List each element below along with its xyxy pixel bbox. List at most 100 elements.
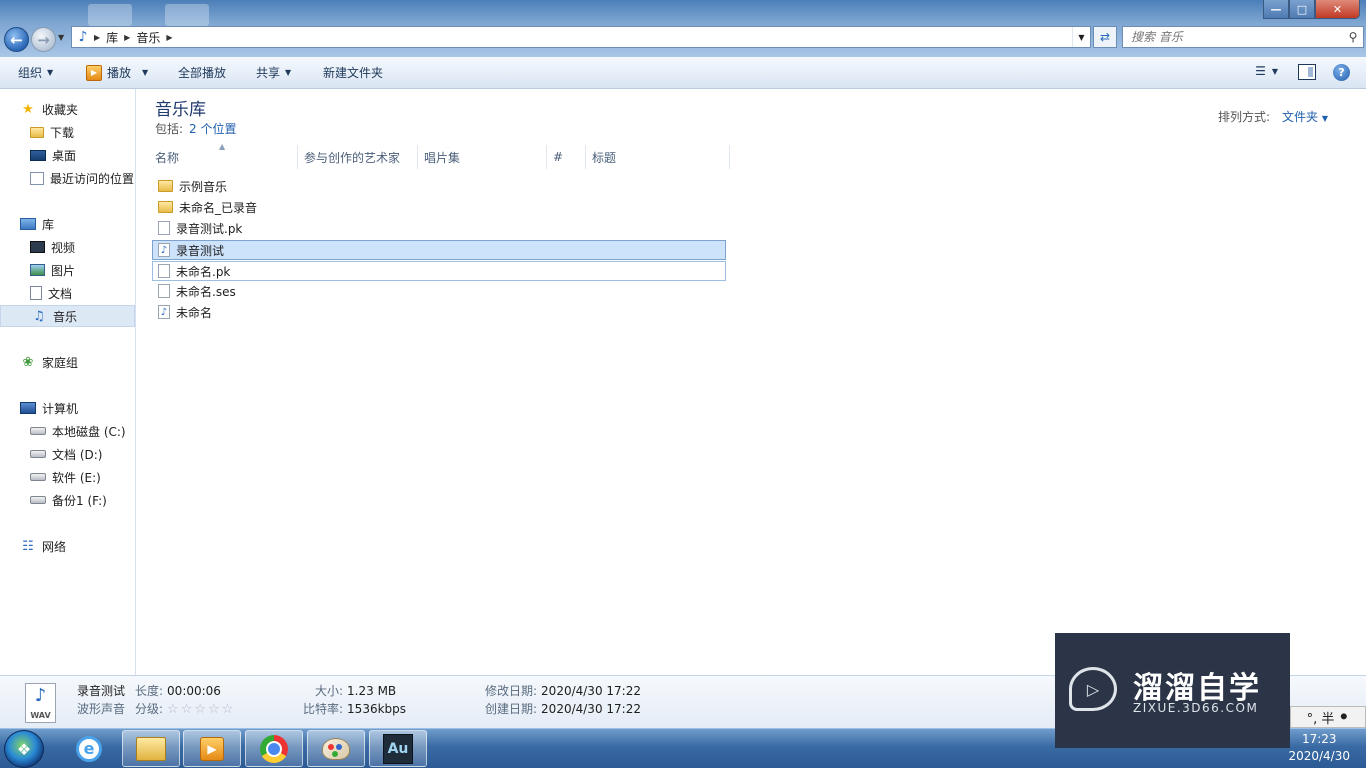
drive-icon [30,473,46,481]
network-icon: ☷ [22,538,34,554]
taskbar-paint[interactable] [307,730,365,767]
file-name: 录音测试.pk [176,221,243,236]
watermark: ▷ 溜溜自学 ZIXUE.3D66.COM [1055,633,1290,748]
sidebar-item-drive-e[interactable]: 软件 (E:) [0,466,135,488]
breadcrumb-music[interactable]: 音乐 [130,29,166,46]
file-row-hover[interactable]: 未命名.pk [152,261,726,281]
preview-pane-button[interactable] [1298,64,1316,80]
background-ghost-icon [165,4,209,26]
minimize-button[interactable]: — [1263,0,1289,19]
shirt-icon: ⚫ [1338,709,1350,725]
arrow-right-icon: → [37,30,50,49]
help-button[interactable]: ? [1333,64,1350,81]
music-library-icon: ♫ [33,308,45,324]
file-row[interactable]: 录音测试.pk [152,218,726,238]
sidebar-item-drive-f[interactable]: 备份1 (F:) [0,489,135,511]
sidebar-item-favorites[interactable]: ★ 收藏夹 [0,98,135,120]
chevron-down-icon: ▼ [285,68,292,77]
maximize-button[interactable]: □ [1289,0,1315,19]
sidebar-item-label: 库 [42,217,55,232]
library-locations-link[interactable]: 2 个位置 [189,122,236,136]
arrow-left-icon: ← [10,30,23,49]
sidebar-item-computer[interactable]: 计算机 [0,397,135,419]
back-button[interactable]: ← [4,27,29,52]
title-bar: — □ ✕ ← → ▼ ♪ ▶ 库 ▶ 音乐 ▶ ▼ ⇄ ⚲ [0,0,1366,57]
arrange-by-label: 排列方式: [1217,110,1270,124]
file-row[interactable]: 未命名.ses [152,281,726,301]
change-view-button[interactable]: ☰ ▼ [1255,64,1278,78]
includes-label: 包括: [155,122,184,136]
clock-time: 17:23 [1301,732,1337,746]
sidebar-item-homegroup[interactable]: ❀ 家庭组 [0,351,135,373]
sidebar-item-label: 软件 (E:) [52,470,101,485]
chevron-down-icon: ▼ [142,68,149,77]
chevron-down-icon: ▼ [1271,66,1278,76]
music-note-icon: ♪ [78,29,88,45]
rating-stars[interactable]: ☆☆☆☆☆ [167,702,235,717]
sidebar-item-documents[interactable]: 文档 [0,282,135,304]
column-header-artist[interactable]: 参与创作的艺术家 [300,145,418,169]
address-bar[interactable]: ♪ ▶ 库 ▶ 音乐 ▶ ▼ [71,26,1091,48]
taskbar-internet-explorer[interactable]: e [60,730,118,767]
sidebar-item-drive-c[interactable]: 本地磁盘 (C:) [0,420,135,442]
column-header-album[interactable]: 唱片集 [420,145,547,169]
taskbar-audition[interactable]: Au [369,730,427,767]
background-ghost-icon [88,4,132,26]
file-icon [158,284,170,298]
file-row[interactable]: ♪ 未命名 [152,302,726,322]
sidebar-item-music[interactable]: ♫ 音乐 [0,305,135,327]
play-all-button[interactable]: 全部播放 [178,57,226,88]
sidebar-item-label: 视频 [51,240,76,255]
column-header-track-number[interactable]: # [549,145,586,169]
chevron-down-icon: ▼ [1321,114,1328,123]
sidebar-item-drive-d[interactable]: 文档 (D:) [0,443,135,465]
library-includes: 包括: 2 个位置 [155,120,237,137]
internet-explorer-icon: e [76,735,102,762]
sidebar-item-videos[interactable]: 视频 [0,236,135,258]
sidebar-item-label: 下载 [50,125,75,140]
recent-places-icon [30,171,44,185]
new-folder-button[interactable]: 新建文件夹 [323,57,383,88]
sidebar-item-recent-places[interactable]: 最近访问的位置 [0,167,135,189]
system-clock[interactable]: 17:23 2020/4/30 [1288,731,1350,765]
start-button[interactable]: ❖ [4,730,44,768]
forward-button[interactable]: → [31,27,56,52]
recent-pages-dropdown[interactable]: ▼ [58,33,64,42]
ime-toolbar[interactable]: °, 半 ⚫ [1290,706,1366,728]
breadcrumb-separator-icon[interactable]: ▶ [166,33,172,42]
sidebar-item-downloads[interactable]: 下载 [0,121,135,143]
file-row[interactable]: 未命名_已录音 [152,197,726,217]
file-row[interactable]: 示例音乐 [152,176,726,196]
sidebar-item-network[interactable]: ☷ 网络 [0,535,135,557]
taskbar-media-player[interactable]: ▶ [183,730,241,767]
detail-length: 长度: 00:00:06 [135,684,221,698]
homegroup-icon: ❀ [22,354,34,370]
search-input[interactable] [1123,27,1343,47]
address-history-dropdown[interactable]: ▼ [1072,27,1090,47]
sidebar-item-pictures[interactable]: 图片 [0,259,135,281]
search-icon[interactable]: ⚲ [1343,30,1363,44]
file-name: 未命名.ses [176,284,236,299]
sidebar-item-label: 音乐 [53,309,78,324]
play-button[interactable]: ▶ 播放 ▼ [86,57,148,88]
search-box[interactable]: ⚲ [1122,26,1364,48]
library-icon [20,218,36,230]
column-header-title[interactable]: 标题 [588,145,730,169]
paint-icon [322,737,350,760]
taskbar-explorer[interactable] [122,730,180,767]
taskbar-chrome[interactable] [245,730,303,767]
close-button[interactable]: ✕ [1315,0,1360,19]
sidebar-item-libraries[interactable]: 库 [0,213,135,235]
file-row-selected[interactable]: ♪ 录音测试 [152,240,726,260]
folder-icon [158,201,173,213]
organize-button[interactable]: 组织 ▼ [18,57,53,88]
share-button[interactable]: 共享 ▼ [256,57,291,88]
arrange-by-dropdown[interactable]: 文件夹 ▼ [1282,108,1328,125]
breadcrumb-libraries[interactable]: 库 [100,29,124,46]
watermark-url: ZIXUE.3D66.COM [1133,701,1259,715]
chrome-icon [260,734,288,763]
play-icon: ▶ [86,64,102,81]
column-header-name[interactable]: 名称 [151,145,298,169]
refresh-button[interactable]: ⇄ [1093,26,1117,48]
sidebar-item-desktop[interactable]: 桌面 [0,144,135,166]
